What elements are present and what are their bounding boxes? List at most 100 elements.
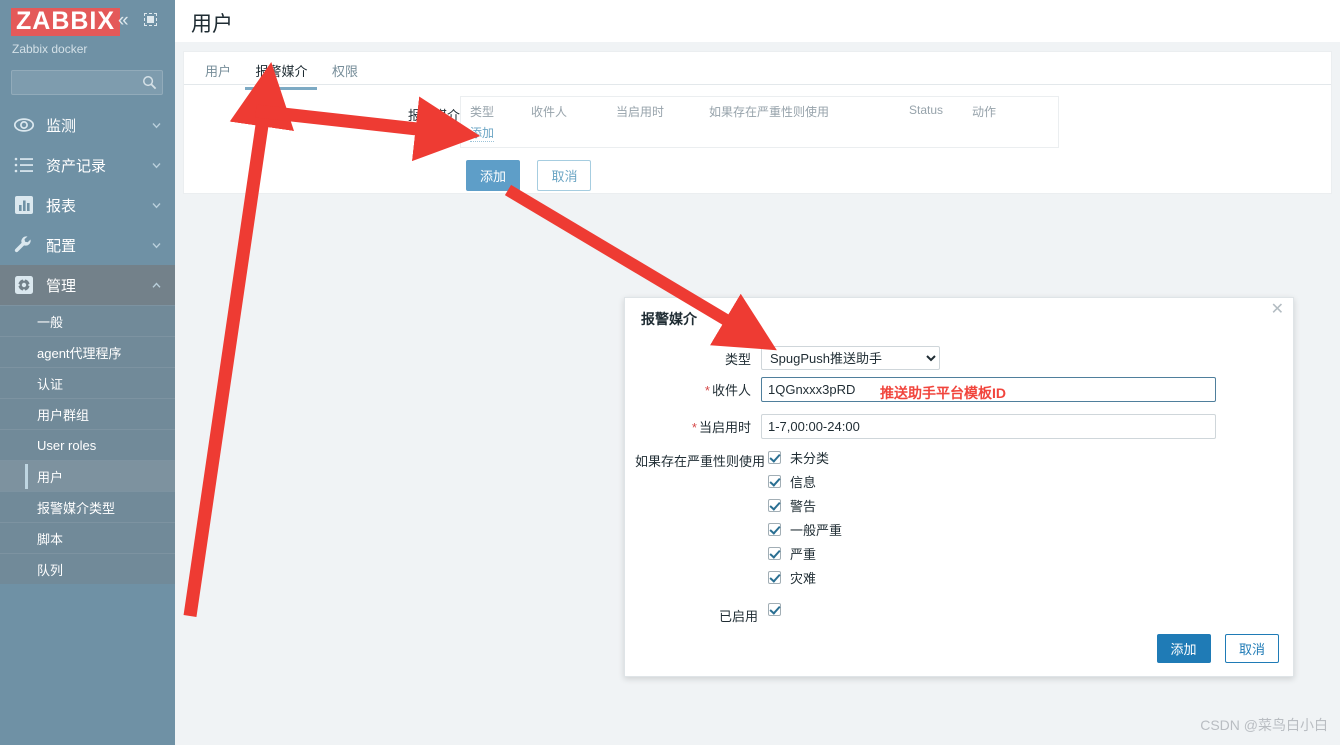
sidebar-header: ZABBIX « — [0, 0, 175, 45]
media-table: 类型 收件人 当启用时 如果存在严重性则使用 Status 动作 添加 — [460, 96, 1059, 148]
add-media-link[interactable]: 添加 — [470, 124, 495, 142]
severity-label: 灾难 — [790, 571, 817, 586]
dialog-cancel-button[interactable]: 取消 — [1224, 634, 1279, 663]
severity-option-average[interactable]: 一般严重 — [768, 520, 842, 539]
submenu-label: 脚本 — [37, 531, 64, 547]
page-title: 用户 — [191, 13, 233, 36]
severity-label: 严重 — [790, 547, 817, 562]
wrench-icon — [13, 234, 35, 256]
column-header-action: 动作 — [972, 105, 997, 119]
sidebar-item-queue[interactable]: 队列 — [0, 553, 175, 584]
chevron-down-icon — [152, 203, 161, 209]
pin-sidebar-icon[interactable] — [144, 13, 157, 26]
submenu-label: User roles — [37, 437, 97, 453]
severity-label: 警告 — [790, 499, 817, 514]
close-icon[interactable]: ✕ — [1271, 302, 1284, 318]
form-add-button[interactable]: 添加 — [466, 160, 521, 191]
server-name-label: Zabbix docker — [12, 42, 88, 56]
severity-option-not-classified[interactable]: 未分类 — [768, 448, 829, 467]
tab-user[interactable]: 用户 — [195, 52, 241, 89]
enabled-label: 已启用 — [719, 609, 759, 624]
sidebar-item-reports[interactable]: 报表 — [0, 185, 175, 225]
column-header-recipient: 收件人 — [531, 105, 568, 119]
field-label-type: 类型 — [724, 351, 751, 367]
checkbox-average[interactable] — [768, 523, 781, 536]
checkbox-information[interactable] — [768, 475, 781, 488]
sidebar-item-administration[interactable]: 管理 — [0, 265, 175, 305]
tab-bar: 用户 报警媒介 权限 — [184, 52, 1331, 90]
chevron-double-left-icon[interactable]: « — [118, 11, 129, 30]
dialog-title: 报警媒介 — [641, 311, 697, 327]
tab-permissions[interactable]: 权限 — [322, 52, 368, 89]
list-icon — [13, 154, 35, 176]
chevron-down-icon — [152, 163, 161, 169]
required-marker: * — [704, 383, 710, 398]
recipient-input[interactable] — [761, 377, 1216, 402]
field-label-recipient: * 收件人 — [704, 383, 751, 398]
sidebar-item-monitoring[interactable]: 监测 — [0, 105, 175, 145]
submenu-label: agent代理程序 — [37, 345, 122, 361]
eye-icon — [13, 114, 35, 136]
sidebar-item-authentication[interactable]: 认证 — [0, 367, 175, 398]
column-header-type: 类型 — [470, 105, 495, 119]
severity-option-high[interactable]: 严重 — [768, 544, 816, 563]
dialog-add-button[interactable]: 添加 — [1156, 634, 1211, 663]
column-header-status: Status — [909, 103, 944, 117]
field-row-when-active: * 当启用时 — [630, 414, 1216, 439]
checkbox-enabled[interactable] — [768, 603, 781, 616]
severity-group-label: 如果存在严重性则使用 — [635, 454, 766, 469]
submenu-label: 用户 — [37, 469, 64, 485]
checkbox-warning[interactable] — [768, 499, 781, 512]
media-form-row: 报警媒介 类型 收件人 当启用时 如果存在严重性则使用 Status 动作 添加… — [184, 85, 1331, 191]
page-header: 用户 — [175, 0, 1340, 42]
sidebar-item-general[interactable]: 一般 — [0, 305, 175, 336]
tab-media[interactable]: 报警媒介 — [245, 52, 318, 90]
search-box[interactable] — [11, 70, 163, 95]
sidebar-item-label: 资产记录 — [46, 157, 107, 175]
sidebar-item-user-roles[interactable]: User roles — [0, 429, 175, 460]
checkbox-high[interactable] — [768, 547, 781, 560]
enabled-row[interactable] — [768, 603, 781, 616]
when-active-input[interactable] — [761, 414, 1216, 439]
sidebar-item-label: 监测 — [46, 117, 77, 135]
search-input[interactable] — [12, 71, 162, 94]
sidebar-nav: 监测 资产记录 报表 配置 管理 一般 agent代理程序 认证 用户群组 Us… — [0, 105, 175, 584]
checkbox-not-classified[interactable] — [768, 451, 781, 464]
field-label-when-active: * 当启用时 — [691, 420, 751, 435]
dialog-footer: 添加 取消 — [1156, 634, 1279, 663]
sidebar-submenu-administration: 一般 agent代理程序 认证 用户群组 User roles 用户 报警媒介类… — [0, 305, 175, 584]
sidebar-item-inventory[interactable]: 资产记录 — [0, 145, 175, 185]
sidebar-item-users[interactable]: 用户 — [0, 460, 175, 491]
watermark: CSDN @菜鸟白小白 — [1200, 717, 1328, 733]
submenu-label: 报警媒介类型 — [37, 500, 116, 516]
sidebar-item-scripts[interactable]: 脚本 — [0, 522, 175, 553]
checkbox-disaster[interactable] — [768, 571, 781, 584]
bar-chart-icon — [13, 194, 35, 216]
zabbix-logo[interactable]: ZABBIX — [11, 8, 121, 36]
media-type-select[interactable]: SpugPush推送助手 — [761, 346, 940, 370]
severity-option-disaster[interactable]: 灾难 — [768, 568, 816, 587]
submenu-label: 队列 — [37, 562, 64, 578]
severity-label: 未分类 — [790, 451, 830, 466]
form-action-bar: 添加 取消 — [466, 160, 592, 191]
sidebar-item-media-types[interactable]: 报警媒介类型 — [0, 491, 175, 522]
field-row-recipient: * 收件人 — [630, 377, 1216, 402]
required-marker: * — [691, 420, 697, 435]
chevron-up-icon — [152, 282, 161, 288]
severity-option-information[interactable]: 信息 — [768, 472, 816, 491]
column-header-when: 当启用时 — [616, 105, 665, 119]
search-icon — [143, 76, 157, 90]
submenu-label: 用户群组 — [37, 407, 90, 423]
column-header-severity: 如果存在严重性则使用 — [709, 105, 830, 119]
sidebar-item-user-groups[interactable]: 用户群组 — [0, 398, 175, 429]
submenu-label: 一般 — [37, 314, 64, 330]
media-row-label: 报警媒介 — [408, 108, 461, 123]
severity-option-warning[interactable]: 警告 — [768, 496, 816, 515]
sidebar-item-label: 报表 — [46, 197, 77, 215]
sidebar-item-proxies[interactable]: agent代理程序 — [0, 336, 175, 367]
sidebar-item-configuration[interactable]: 配置 — [0, 225, 175, 265]
severity-label: 一般严重 — [790, 523, 843, 538]
media-table-header: 类型 收件人 当启用时 如果存在严重性则使用 Status 动作 — [461, 97, 1058, 121]
form-cancel-button[interactable]: 取消 — [537, 160, 592, 191]
sidebar: ZABBIX « Zabbix docker 监测 资产记录 报表 配置 管理 … — [0, 0, 175, 745]
